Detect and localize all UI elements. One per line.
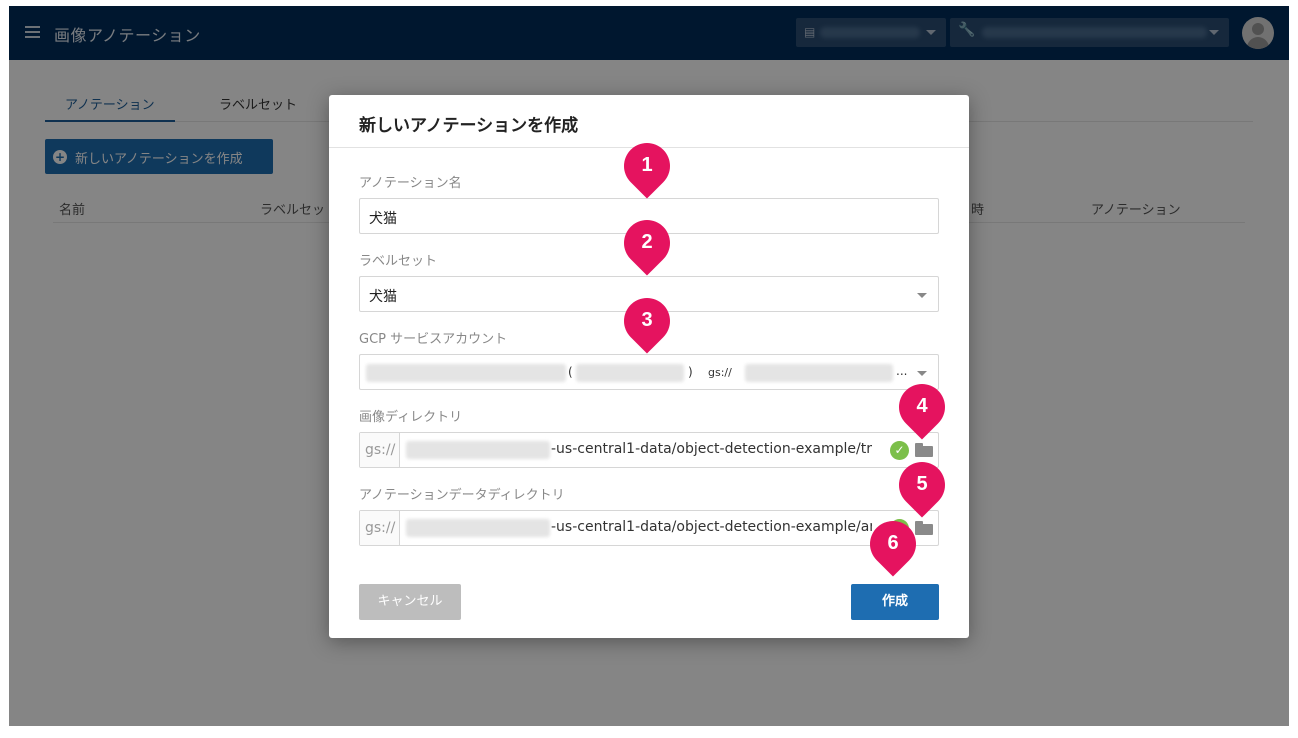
redacted-account-name bbox=[366, 364, 566, 382]
folder-icon[interactable] bbox=[915, 443, 933, 457]
app-window: 画像アノテーション ▤ 🔧 アノテーション ラベルセット + 新しいアノテーショ… bbox=[9, 6, 1289, 726]
callout-3: 3 bbox=[614, 288, 680, 354]
dialog-title: 新しいアノテーションを作成 bbox=[359, 116, 579, 136]
annotation-directory-path: -us-central1-data/object-detection-examp… bbox=[551, 519, 872, 535]
check-circle-icon: ✓ bbox=[890, 441, 909, 460]
redacted-bucket bbox=[406, 441, 550, 459]
redacted-bucket bbox=[745, 364, 893, 382]
cancel-button[interactable]: キャンセル bbox=[359, 584, 461, 620]
redacted-account-email bbox=[576, 364, 684, 382]
annotation-name-label: アノテーション名 bbox=[359, 176, 462, 191]
label-set-label: ラベルセット bbox=[359, 254, 438, 269]
callout-4: 4 bbox=[889, 374, 955, 440]
create-button[interactable]: 作成 bbox=[851, 584, 939, 620]
gs-prefix: gs:// bbox=[360, 511, 400, 545]
callout-6: 6 bbox=[860, 511, 926, 577]
image-directory-label: 画像ディレクトリ bbox=[359, 410, 463, 425]
callout-2: 2 bbox=[614, 210, 680, 276]
redacted-bucket bbox=[406, 519, 550, 537]
chevron-down-icon bbox=[917, 371, 927, 376]
annotation-directory-input[interactable]: gs:// -us-central1-data/object-detection… bbox=[359, 510, 939, 546]
gcp-service-account-select[interactable]: ( ) gs:// ... bbox=[359, 354, 939, 390]
gcp-account-label: GCP サービスアカウント bbox=[359, 332, 508, 347]
gs-prefix: gs:// bbox=[360, 433, 400, 467]
image-directory-path: -us-central1-data/object-detection-examp… bbox=[551, 441, 872, 457]
callout-1: 1 bbox=[614, 133, 680, 199]
image-directory-input[interactable]: gs:// -us-central1-data/object-detection… bbox=[359, 432, 939, 468]
callout-5: 5 bbox=[889, 452, 955, 518]
annotation-directory-label: アノテーションデータディレクトリ bbox=[359, 488, 565, 503]
chevron-down-icon bbox=[917, 293, 927, 298]
